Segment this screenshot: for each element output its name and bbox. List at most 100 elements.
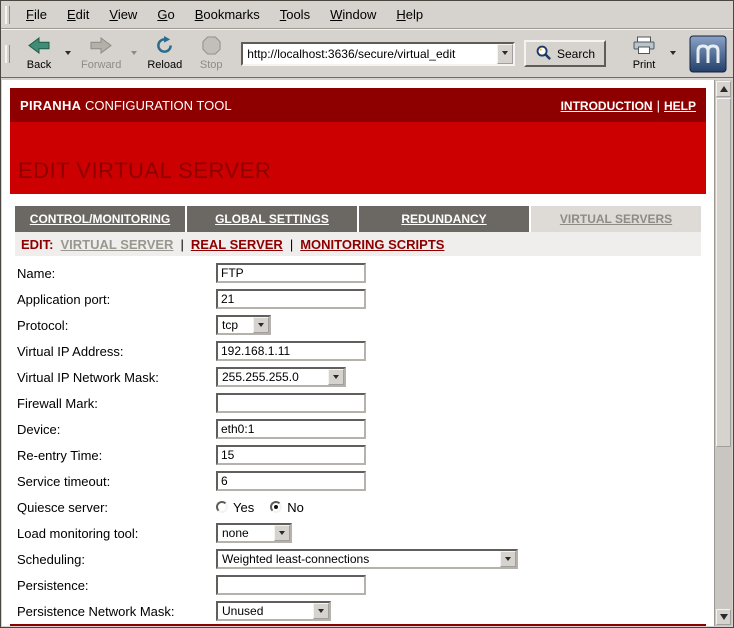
select-value: 255.255.255.0 <box>218 370 328 384</box>
radio-label: No <box>287 500 304 515</box>
radio-label: Yes <box>233 500 254 515</box>
browser-window: File Edit View Go Bookmarks Tools Window… <box>0 0 734 628</box>
edit-subnav: EDIT: VIRTUAL SERVER | REAL SERVER | MON… <box>15 232 701 256</box>
form-row: Application port: <box>10 286 706 312</box>
menu-edit[interactable]: Edit <box>58 3 98 26</box>
reentry-time-input[interactable] <box>216 445 366 465</box>
form-row: Scheduling: Weighted least-connections <box>10 546 706 572</box>
virtual-server-link[interactable]: VIRTUAL SERVER <box>61 237 174 252</box>
back-label: Back <box>27 59 51 71</box>
field-label: Persistence: <box>17 578 216 593</box>
quiesce-yes-radio[interactable]: Yes <box>216 500 254 515</box>
url-input[interactable] <box>243 45 497 63</box>
form-row: Name: <box>10 260 706 286</box>
toolbar-grippy[interactable] <box>5 6 10 24</box>
search-icon <box>535 44 552 64</box>
back-button[interactable]: Back <box>18 32 60 76</box>
arrow-down-icon <box>720 614 728 624</box>
real-server-link[interactable]: REAL SERVER <box>191 237 283 252</box>
protocol-select[interactable]: tcp <box>216 315 271 335</box>
forward-icon <box>88 36 114 58</box>
brand-rest: CONFIGURATION TOOL <box>81 98 231 113</box>
menu-bar: File Edit View Go Bookmarks Tools Window… <box>1 1 733 29</box>
name-input[interactable] <box>216 263 366 283</box>
dropdown-arrow-icon <box>328 369 344 385</box>
menu-window[interactable]: Window <box>321 3 385 26</box>
reload-label: Reload <box>147 59 182 71</box>
dropdown-arrow-icon <box>274 525 290 541</box>
application-port-input[interactable] <box>216 289 366 309</box>
print-dropdown-button[interactable] <box>668 32 678 76</box>
monitoring-scripts-link[interactable]: MONITORING SCRIPTS <box>300 237 444 252</box>
menu-help[interactable]: Help <box>387 3 432 26</box>
stop-button[interactable]: Stop <box>190 32 232 76</box>
quiesce-no-radio[interactable]: No <box>270 500 304 515</box>
scrollbar-thumb[interactable] <box>716 98 731 447</box>
print-icon <box>632 36 656 58</box>
help-link[interactable]: HELP <box>664 99 696 113</box>
forward-button[interactable]: Forward <box>76 32 126 76</box>
navigation-toolbar: Back Forward Reload Stop <box>1 29 733 78</box>
persistence-netmask-select[interactable]: Unused <box>216 601 331 621</box>
field-label: Protocol: <box>17 318 216 333</box>
form-row: Device: <box>10 416 706 442</box>
stop-label: Stop <box>200 59 223 71</box>
menu-view[interactable]: View <box>100 3 146 26</box>
form-row: Firewall Mark: <box>10 390 706 416</box>
field-label: Scheduling: <box>17 552 216 567</box>
device-input[interactable] <box>216 419 366 439</box>
tab-control-monitoring[interactable]: CONTROL/MONITORING <box>15 206 185 232</box>
mozilla-logo-throbber[interactable] <box>689 35 727 73</box>
url-history-dropdown[interactable] <box>497 44 513 64</box>
search-button[interactable]: Search <box>524 40 606 67</box>
scheduling-select[interactable]: Weighted least-connections <box>216 549 518 569</box>
scroll-down-button[interactable] <box>716 609 731 625</box>
dropdown-arrow-icon <box>253 317 269 333</box>
persistence-input[interactable] <box>216 575 366 595</box>
field-label: Device: <box>17 422 216 437</box>
subnav-separator: | <box>290 237 293 252</box>
vertical-scrollbar[interactable] <box>714 80 732 626</box>
firewall-mark-input[interactable] <box>216 393 366 413</box>
select-value: tcp <box>218 318 253 332</box>
search-label: Search <box>557 47 595 61</box>
menu-bookmarks[interactable]: Bookmarks <box>186 3 269 26</box>
toolbar-grippy[interactable] <box>5 45 10 63</box>
select-value: Unused <box>218 604 313 618</box>
service-timeout-input[interactable] <box>216 471 366 491</box>
tab-bar: CONTROL/MONITORING GLOBAL SETTINGS REDUN… <box>15 206 701 232</box>
introduction-link[interactable]: INTRODUCTION <box>561 99 653 113</box>
url-bar <box>241 42 515 66</box>
virtual-ip-input[interactable] <box>216 341 366 361</box>
back-dropdown-button[interactable] <box>63 32 73 76</box>
scroll-up-button[interactable] <box>716 81 731 97</box>
menu-file[interactable]: File <box>17 3 56 26</box>
forward-dropdown-button[interactable] <box>129 32 139 76</box>
radio-circle-icon <box>216 501 228 513</box>
menu-go[interactable]: Go <box>148 3 183 26</box>
load-monitoring-select[interactable]: none <box>216 523 292 543</box>
brand-strong: PIRANHA <box>20 98 81 113</box>
form-row: Load monitoring tool: none <box>10 520 706 546</box>
virtual-server-form: Name: Application port: Protocol: tcp Vi… <box>10 260 706 624</box>
page-footer-bar <box>10 624 706 626</box>
stop-icon <box>202 36 221 58</box>
tab-virtual-servers[interactable]: VIRTUAL SERVERS <box>531 206 701 232</box>
radio-circle-icon <box>270 501 282 513</box>
subnav-separator: | <box>180 237 183 252</box>
menu-tools[interactable]: Tools <box>271 3 319 26</box>
field-label: Re-entry Time: <box>17 448 216 463</box>
field-label: Virtual IP Address: <box>17 344 216 359</box>
chevron-down-icon <box>131 51 137 58</box>
tab-redundancy[interactable]: REDUNDANCY <box>359 206 529 232</box>
page-viewport: PIRANHA CONFIGURATION TOOL INTRODUCTION |… <box>2 80 714 626</box>
tab-global-settings[interactable]: GLOBAL SETTINGS <box>187 206 357 232</box>
reload-button[interactable]: Reload <box>142 32 187 76</box>
print-button[interactable]: Print <box>623 32 665 76</box>
red-banner: EDIT VIRTUAL SERVER <box>10 122 706 194</box>
form-row: Persistence: <box>10 572 706 598</box>
vip-netmask-select[interactable]: 255.255.255.0 <box>216 367 346 387</box>
reload-icon <box>154 36 175 58</box>
print-label: Print <box>633 59 656 71</box>
form-row: Persistence Network Mask: Unused <box>10 598 706 624</box>
